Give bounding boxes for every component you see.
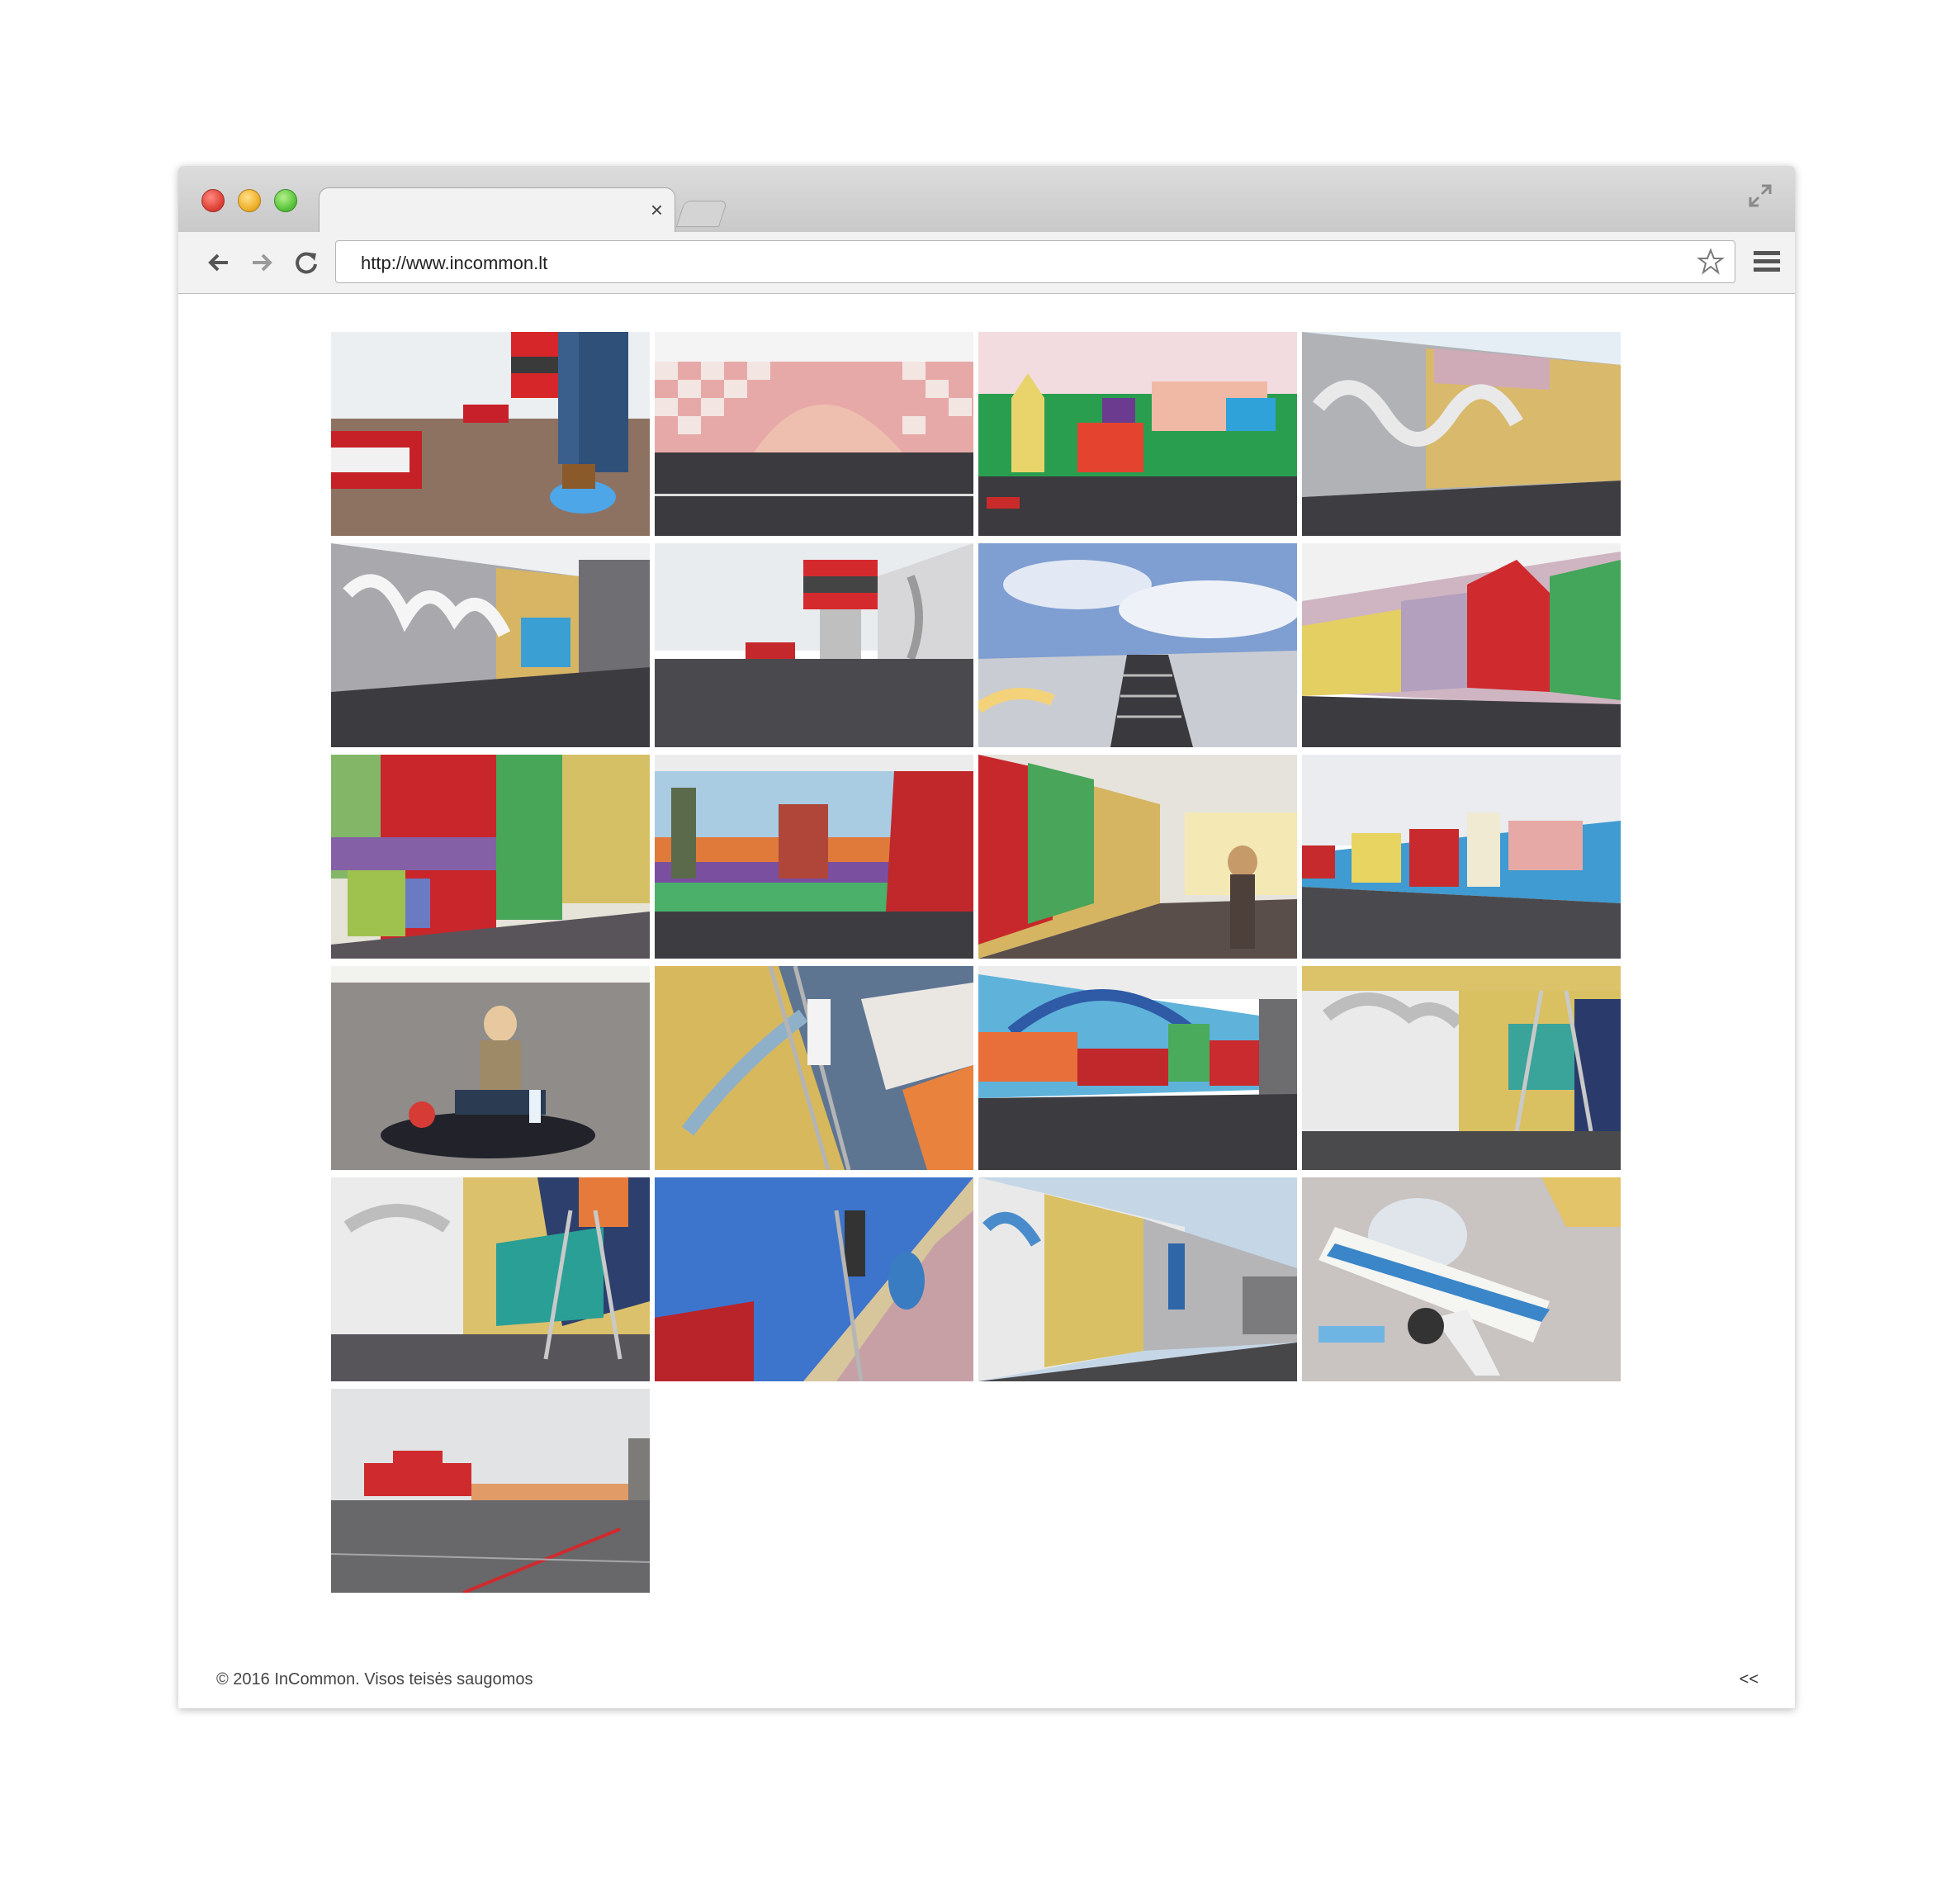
two-painters-photo[interactable] <box>331 1177 650 1381</box>
browser-tab[interactable]: × <box>319 187 675 234</box>
close-window-button[interactable] <box>201 189 225 212</box>
bridge-mural-photo[interactable] <box>978 966 1297 1170</box>
airplane-mural-photo[interactable] <box>1302 1177 1621 1381</box>
minimize-window-button[interactable] <box>238 189 261 212</box>
castle-mural-photo[interactable] <box>655 755 973 959</box>
forward-arrow-icon[interactable] <box>246 247 277 278</box>
back-link[interactable]: << <box>1740 1670 1759 1689</box>
red-wall-painter-photo[interactable] <box>331 755 650 959</box>
graffiti-wall-photo[interactable] <box>1302 332 1621 536</box>
sunset-person-photo[interactable] <box>978 755 1297 959</box>
hamburger-menu-icon[interactable] <box>1752 249 1782 275</box>
browser-toolbar: http://www.incommon.lt <box>178 232 1795 294</box>
vilnius-graffiti-photo[interactable] <box>331 543 650 747</box>
new-tab-button[interactable] <box>675 201 728 227</box>
control-tower-photo[interactable] <box>655 543 973 747</box>
footer-copyright: © 2016 InCommon. Visos teisės saugomos <box>216 1670 533 1688</box>
back-arrow-icon[interactable] <box>203 247 234 278</box>
airport-view-photo[interactable] <box>331 1389 650 1593</box>
ladder-painter-photo[interactable] <box>655 966 973 1170</box>
tab-close-icon[interactable]: × <box>651 197 663 222</box>
sky-roof-photo[interactable] <box>978 543 1297 747</box>
fire-truck-runway-photo[interactable] <box>331 332 650 536</box>
painter-sky-photo[interactable] <box>655 1177 973 1381</box>
checkered-wall-photo[interactable] <box>655 332 973 536</box>
cathedral-mural-photo[interactable] <box>1302 543 1621 747</box>
spray-can-mural-photo[interactable] <box>978 332 1297 536</box>
fullscreen-icon[interactable] <box>1745 181 1775 211</box>
address-bar[interactable]: http://www.incommon.lt <box>335 240 1735 283</box>
zoom-window-button[interactable] <box>274 189 297 212</box>
long-wall-photo[interactable] <box>978 1177 1297 1381</box>
reload-icon[interactable] <box>291 247 322 278</box>
full-mural-photo[interactable] <box>1302 755 1621 959</box>
clouds-mural-photo[interactable] <box>1302 966 1621 1170</box>
woman-paints-photo[interactable] <box>331 966 650 1170</box>
tab-strip: × <box>178 166 1795 234</box>
url-text: http://www.incommon.lt <box>361 253 548 273</box>
bookmark-star-icon[interactable] <box>1697 248 1725 276</box>
browser-window: × http://www.incommon.lt © 2016 InCommon… <box>178 166 1795 1708</box>
